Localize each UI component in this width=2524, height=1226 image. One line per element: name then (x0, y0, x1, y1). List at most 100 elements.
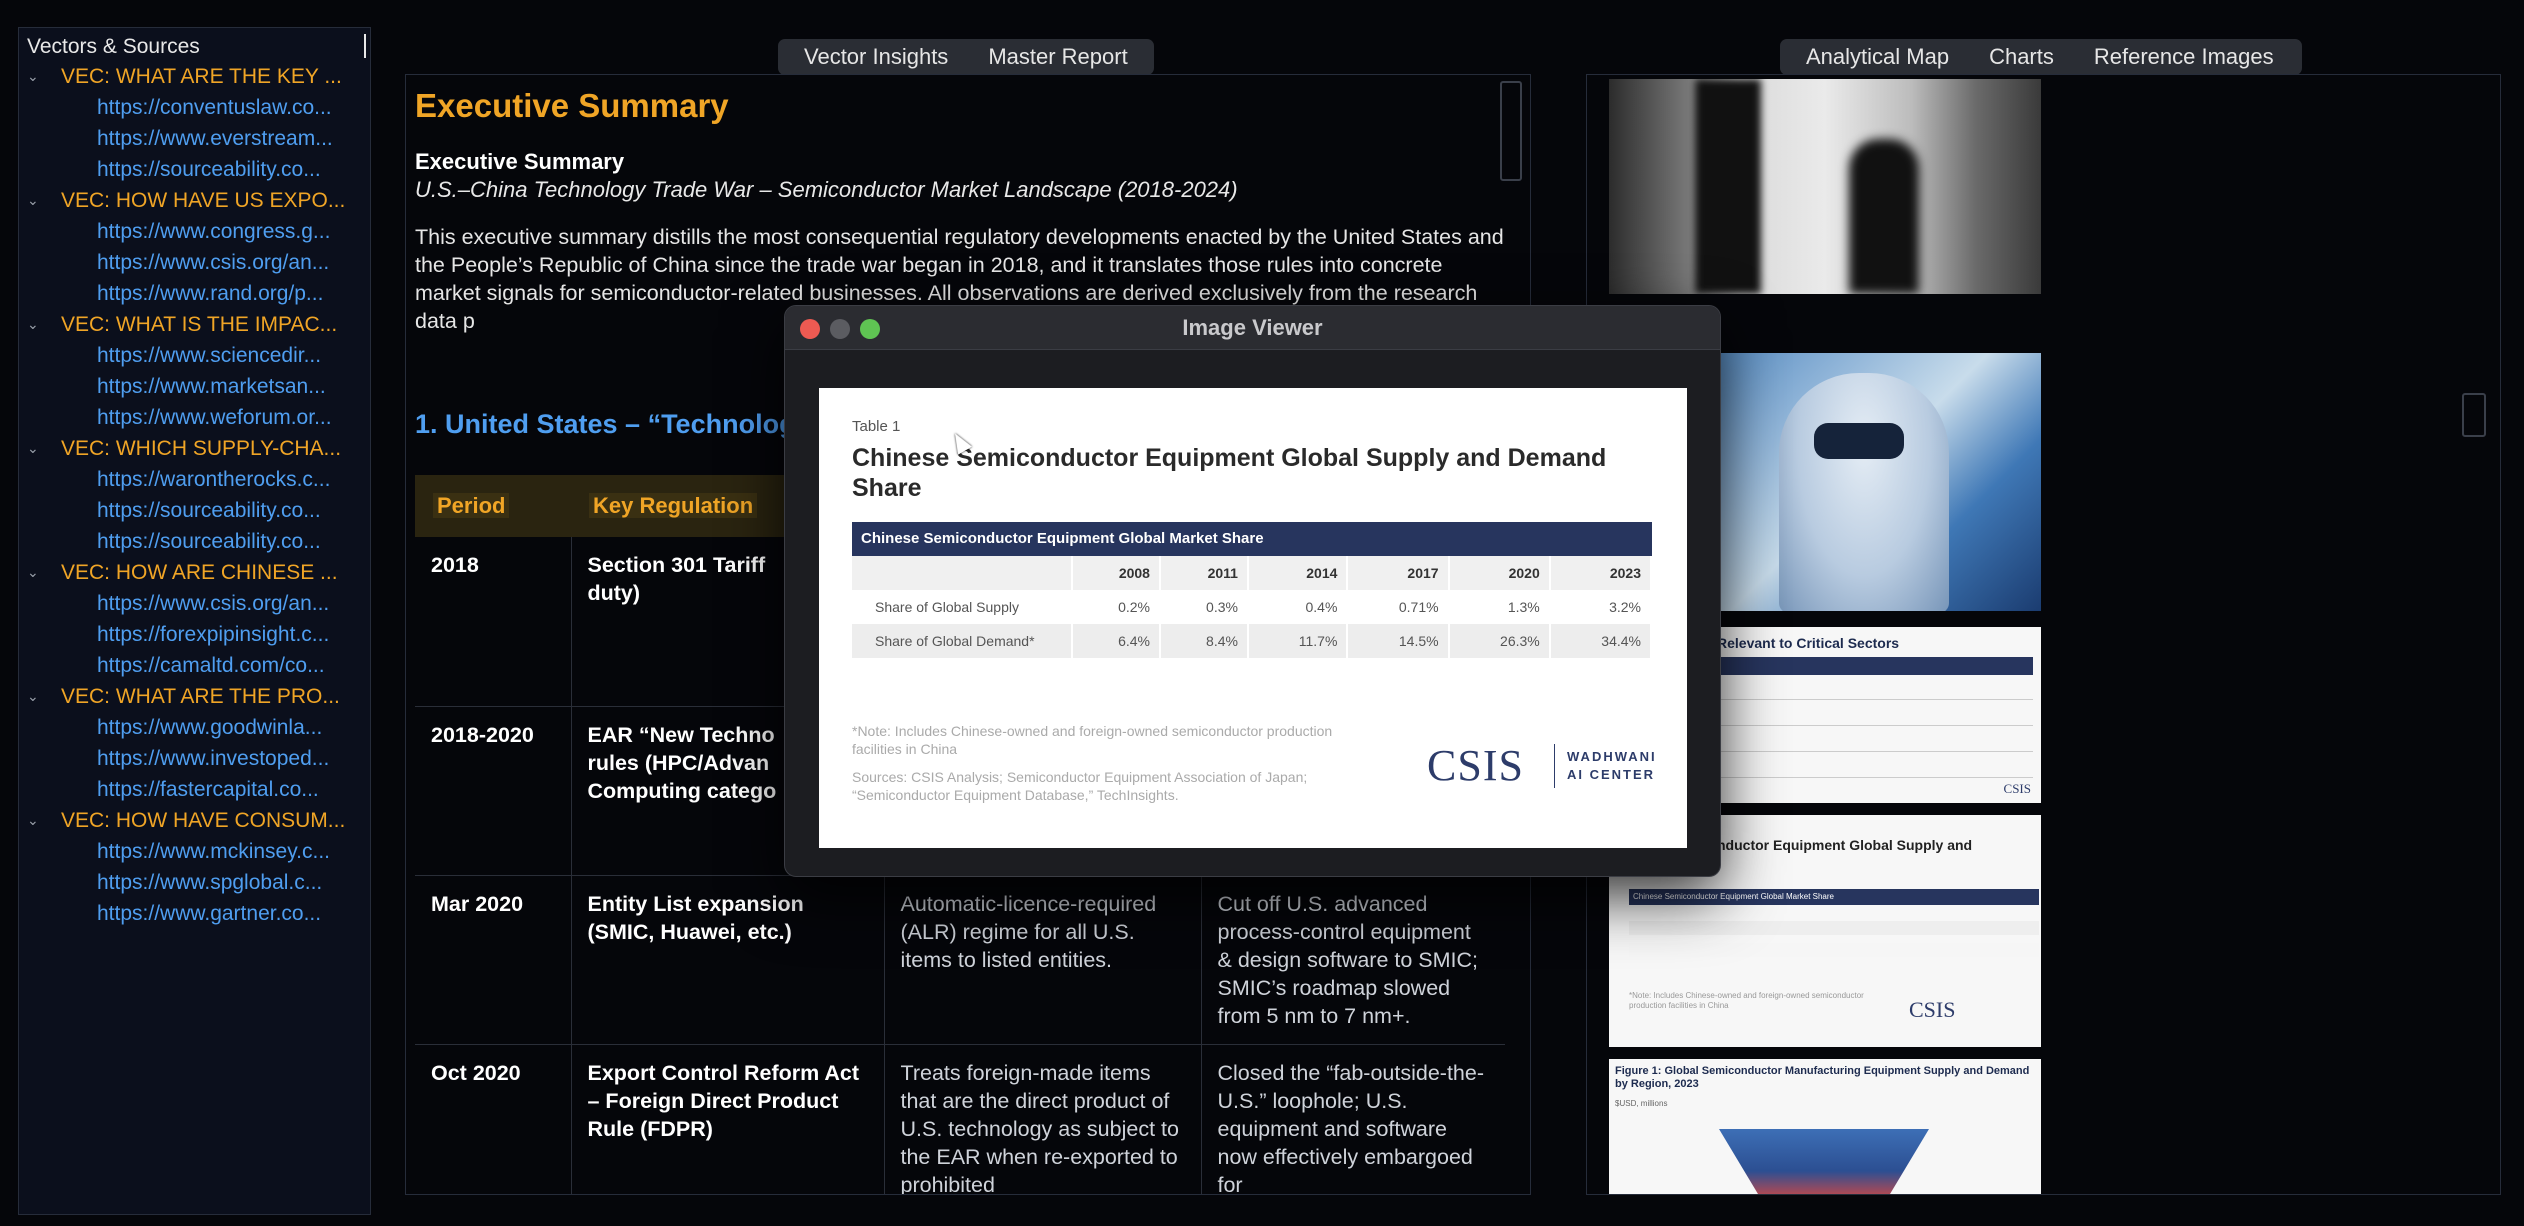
thumbnail-title: Figure 1: Global Semiconductor Manufactu… (1615, 1065, 2030, 1090)
thumbnail-note: *Note: Includes Chinese-owned and foreig… (1629, 991, 1864, 1010)
source-link[interactable]: https://www.spglobal.c... (19, 867, 370, 898)
table-row: Oct 2020 Export Control Reform Act – Fore… (415, 1044, 1505, 1194)
period-cell: Mar 2020 (415, 875, 572, 1045)
panel-title: Vectors & Sources (27, 35, 200, 58)
divider (1717, 725, 2033, 726)
window-titlebar[interactable]: Image Viewer (785, 306, 1720, 350)
vector-label: VEC: WHAT IS THE IMPAC... (61, 312, 338, 336)
document-title: Chinese Semiconductor Equipment Global S… (852, 444, 1607, 502)
vector-label: VEC: WHAT ARE THE PRO... (61, 684, 340, 708)
vector-item[interactable]: ⌄ VEC: WHAT ARE THE KEY ... (19, 61, 370, 92)
media-tabbar: Analytical Map Charts Reference Images (1780, 39, 2302, 75)
report-subtitle: U.S.–China Technology Trade War – Semico… (415, 177, 1238, 202)
vector-tree: ⌄ VEC: WHAT ARE THE KEY ... https://conven… (19, 61, 370, 929)
source-link[interactable]: https://conventuslaw.co... (19, 92, 370, 123)
source-link[interactable]: https://www.marketsan... (19, 371, 370, 402)
tab-master-report[interactable]: Master Report (968, 39, 1147, 75)
divider (1717, 751, 2033, 752)
share-value: 0.71% (1347, 590, 1450, 624)
source-link[interactable]: https://www.sciencedir... (19, 340, 370, 371)
row-label: Share of Global Demand* (852, 624, 1073, 658)
table-label: Table 1 (852, 418, 901, 435)
year-header: 2008 (1072, 556, 1161, 590)
vector-label: VEC: HOW HAVE CONSUM... (61, 808, 346, 832)
vectors-sources-panel: Vectors & Sources ⌄ VEC: WHAT ARE THE KEY… (18, 27, 371, 1215)
vector-item[interactable]: ⌄ VEC: HOW HAVE US EXPO... (19, 185, 370, 216)
tab-reference-images[interactable]: Reference Images (2074, 39, 2294, 75)
tab-vector-insights[interactable]: Vector Insights (784, 39, 968, 75)
source-link[interactable]: https://sourceability.co... (19, 154, 370, 185)
source-link[interactable]: https://www.mckinsey.c... (19, 836, 370, 867)
tab-analytical-map[interactable]: Analytical Map (1786, 39, 1969, 75)
vector-item[interactable]: ⌄ VEC: WHAT ARE THE PRO... (19, 681, 370, 712)
csis-logo: CSIS (1427, 741, 1524, 790)
chevron-down-icon[interactable]: ⌄ (19, 68, 41, 85)
chevron-down-icon[interactable]: ⌄ (19, 316, 41, 333)
period-cell: 2018 (415, 537, 572, 707)
source-link[interactable]: https://sourceability.co... (19, 526, 370, 557)
header-period: Period (415, 475, 571, 537)
source-link[interactable]: https://warontherocks.c... (19, 464, 370, 495)
thumbnail-table-header (1717, 657, 2033, 675)
source-link[interactable]: https://www.goodwinla... (19, 712, 370, 743)
share-value: 8.4% (1159, 624, 1249, 658)
source-link[interactable]: https://forexpipinsight.c... (19, 619, 370, 650)
vector-item[interactable]: ⌄ VEC: WHAT IS THE IMPAC... (19, 309, 370, 340)
source-link[interactable]: https://www.congress.g... (19, 216, 370, 247)
viewed-image: Table 1 Chinese Semiconductor Equipment … (819, 388, 1687, 848)
year-header: 2011 (1159, 556, 1249, 590)
source-link[interactable]: https://www.everstream... (19, 123, 370, 154)
vector-label: VEC: HOW ARE CHINESE ... (61, 560, 338, 584)
impact-cell: Closed the “fab-outside-the-U.S.” loopho… (1201, 1044, 1505, 1194)
source-link[interactable]: https://www.investoped... (19, 743, 370, 774)
share-value: 26.3% (1448, 624, 1551, 658)
period-cell: 2018-2020 (415, 706, 572, 876)
source-link[interactable]: https://www.gartner.co... (19, 898, 370, 929)
image-thumbnail-flow-figure[interactable]: Figure 1: Global Semiconductor Manufactu… (1609, 1059, 2041, 1194)
source-link[interactable]: https://www.csis.org/an... (19, 247, 370, 278)
section-heading: 1. United States – “Technolog (415, 409, 796, 439)
year-header: 2023 (1549, 556, 1653, 590)
share-value: 0.3% (1159, 590, 1249, 624)
source-link[interactable]: https://fastercapital.co... (19, 774, 370, 805)
vector-label: VEC: WHICH SUPPLY-CHA... (61, 436, 342, 460)
wadhwani-logo: WADHWANI AI CENTER (1567, 749, 1657, 782)
vector-item[interactable]: ⌄ VEC: HOW ARE CHINESE ... (19, 557, 370, 588)
tab-charts[interactable]: Charts (1969, 39, 2074, 75)
source-link[interactable]: https://sourceability.co... (19, 495, 370, 526)
source-link[interactable]: https://www.weforum.or... (19, 402, 370, 433)
source-link[interactable]: https://camaltd.com/co... (19, 650, 370, 681)
scrollbar-thumb[interactable] (1500, 81, 1522, 181)
report-tabbar: Vector Insights Master Report (778, 39, 1154, 75)
csis-logo: CSIS (1909, 997, 1956, 1022)
csis-logo: CSIS (2003, 781, 2031, 796)
cleanroom-suit (1779, 373, 1949, 611)
cleanroom-visor (1814, 423, 1904, 459)
window-title: Image Viewer (1182, 315, 1323, 340)
image-thumbnail-logo[interactable] (1609, 79, 2041, 294)
vector-item[interactable]: ⌄ VEC: WHICH SUPPLY-CHA... (19, 433, 370, 464)
logo-divider (1554, 744, 1555, 788)
regulation-cell: Entity List expansion (SMIC, Huawei, etc… (571, 875, 885, 1045)
year-header: 2014 (1247, 556, 1349, 590)
vector-label: VEC: HOW HAVE US EXPO... (61, 188, 346, 212)
share-value: 0.2% (1072, 590, 1161, 624)
scrollbar-thumb[interactable] (2462, 393, 2486, 437)
source-link[interactable]: https://www.csis.org/an... (19, 588, 370, 619)
year-header: 2020 (1448, 556, 1551, 590)
mechanism-cell: Treats foreign-made items that are the d… (884, 1044, 1202, 1194)
table-sources: Sources: CSIS Analysis; Semiconductor Eq… (852, 769, 1308, 803)
header-blank (852, 556, 1073, 590)
source-link[interactable]: https://www.rand.org/p... (19, 278, 370, 309)
chevron-down-icon[interactable]: ⌄ (19, 564, 41, 581)
chevron-down-icon[interactable]: ⌄ (19, 192, 41, 209)
row-label: Share of Global Supply (852, 590, 1073, 624)
thumbnail-table-row (1629, 921, 2039, 935)
vector-item[interactable]: ⌄ VEC: HOW HAVE CONSUM... (19, 805, 370, 836)
chevron-down-icon[interactable]: ⌄ (19, 440, 41, 457)
share-value: 0.4% (1247, 590, 1349, 624)
chevron-down-icon[interactable]: ⌄ (19, 812, 41, 829)
year-header-row: 2008 2011 2014 2017 2020 2023 (852, 556, 1653, 590)
reference-images-panel: Relevant to Critical Sectors CSIS nducto… (1586, 74, 2501, 1195)
chevron-down-icon[interactable]: ⌄ (19, 688, 41, 705)
